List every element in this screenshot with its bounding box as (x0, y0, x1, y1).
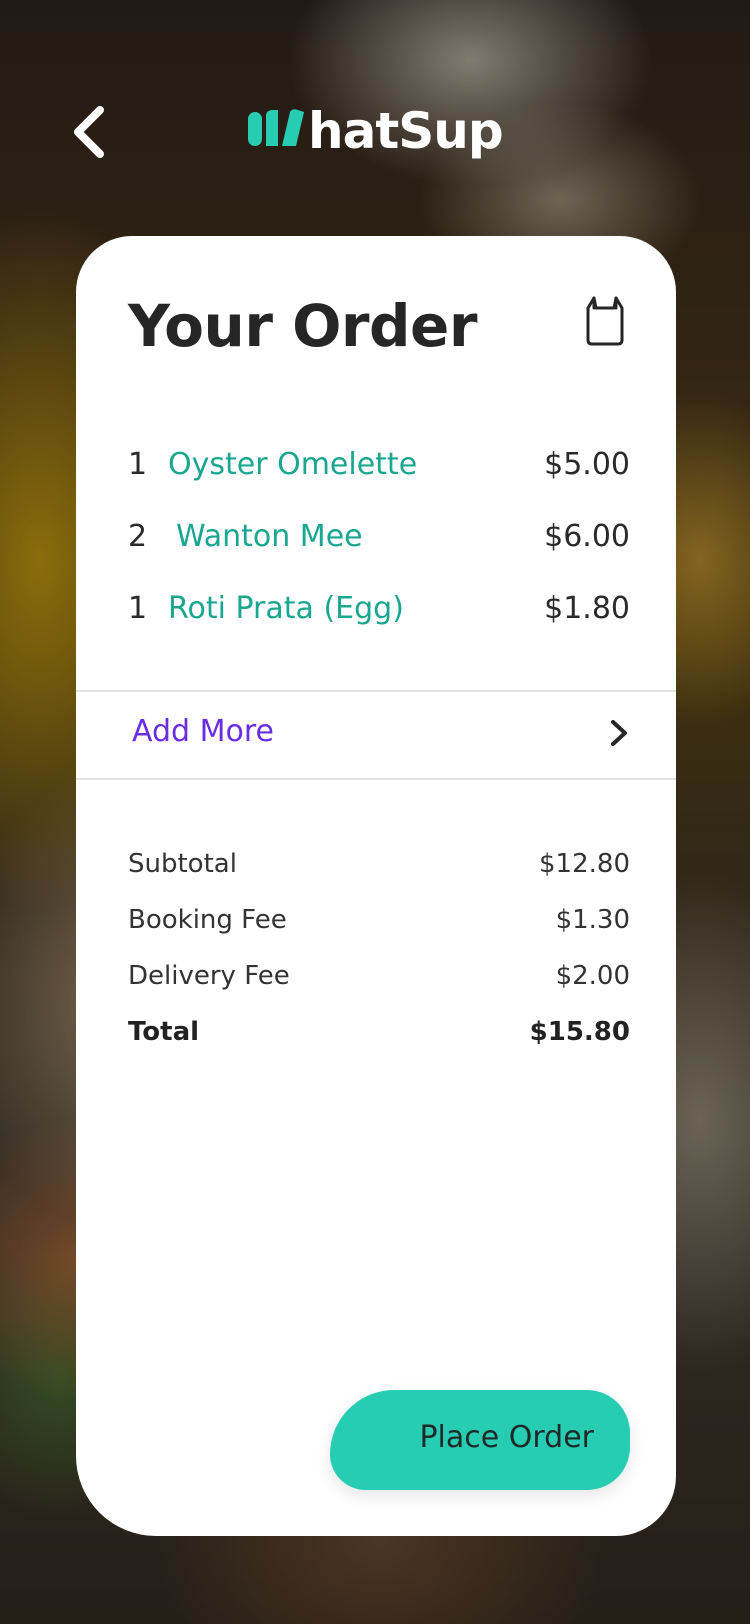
item-name: Wanton Mee (176, 518, 363, 554)
item-name: Oyster Omelette (168, 446, 418, 482)
header: hatSup (0, 90, 750, 180)
delivery-fee-value: $2.00 (555, 961, 630, 991)
total-label: Total (128, 1017, 200, 1047)
add-more-button[interactable]: Add More (76, 690, 676, 778)
order-items-list: 1 Oyster Omelette $5.00 2 Wanton Mee $6.… (128, 428, 630, 644)
item-quantity: 2 (128, 518, 148, 554)
delivery-fee-row: Delivery Fee $2.00 (128, 948, 630, 1004)
order-item[interactable]: 2 Wanton Mee $6.00 (128, 500, 630, 572)
place-order-button[interactable]: Place Order (330, 1390, 630, 1490)
subtotal-value: $12.80 (539, 849, 630, 879)
back-button[interactable] (64, 102, 124, 162)
item-price: $5.00 (544, 446, 630, 482)
item-quantity: 1 (128, 590, 148, 626)
order-summary: Subtotal $12.80 Booking Fee $1.30 Delive… (128, 836, 630, 1060)
delivery-fee-label: Delivery Fee (128, 961, 290, 991)
subtotal-row: Subtotal $12.80 (128, 836, 630, 892)
divider (76, 778, 676, 780)
order-item[interactable]: 1 Roti Prata (Egg) $1.80 (128, 572, 630, 644)
w-mark-icon (248, 109, 304, 146)
total-row: Total $15.80 (128, 1004, 630, 1060)
add-more-label: Add More (132, 714, 274, 749)
page-title: Your Order (128, 292, 477, 360)
order-item[interactable]: 1 Oyster Omelette $5.00 (128, 428, 630, 500)
booking-fee-label: Booking Fee (128, 905, 287, 935)
item-price: $1.80 (544, 590, 630, 626)
item-price: $6.00 (544, 518, 630, 554)
booking-fee-value: $1.30 (555, 905, 630, 935)
chevron-right-icon (611, 720, 627, 746)
booking-fee-row: Booking Fee $1.30 (128, 892, 630, 948)
order-card: Your Order 1 Oyster Omelette $5.00 2 Wan… (76, 236, 676, 1536)
subtotal-label: Subtotal (128, 849, 237, 879)
app-logo: hatSup (248, 96, 504, 166)
shopping-bag-icon[interactable] (584, 296, 626, 346)
logo-text: hatSup (308, 102, 504, 160)
total-value: $15.80 (529, 1017, 630, 1047)
place-order-label: Place Order (419, 1420, 594, 1455)
chevron-left-icon (74, 106, 104, 158)
item-name: Roti Prata (Egg) (168, 590, 404, 626)
item-quantity: 1 (128, 446, 148, 482)
